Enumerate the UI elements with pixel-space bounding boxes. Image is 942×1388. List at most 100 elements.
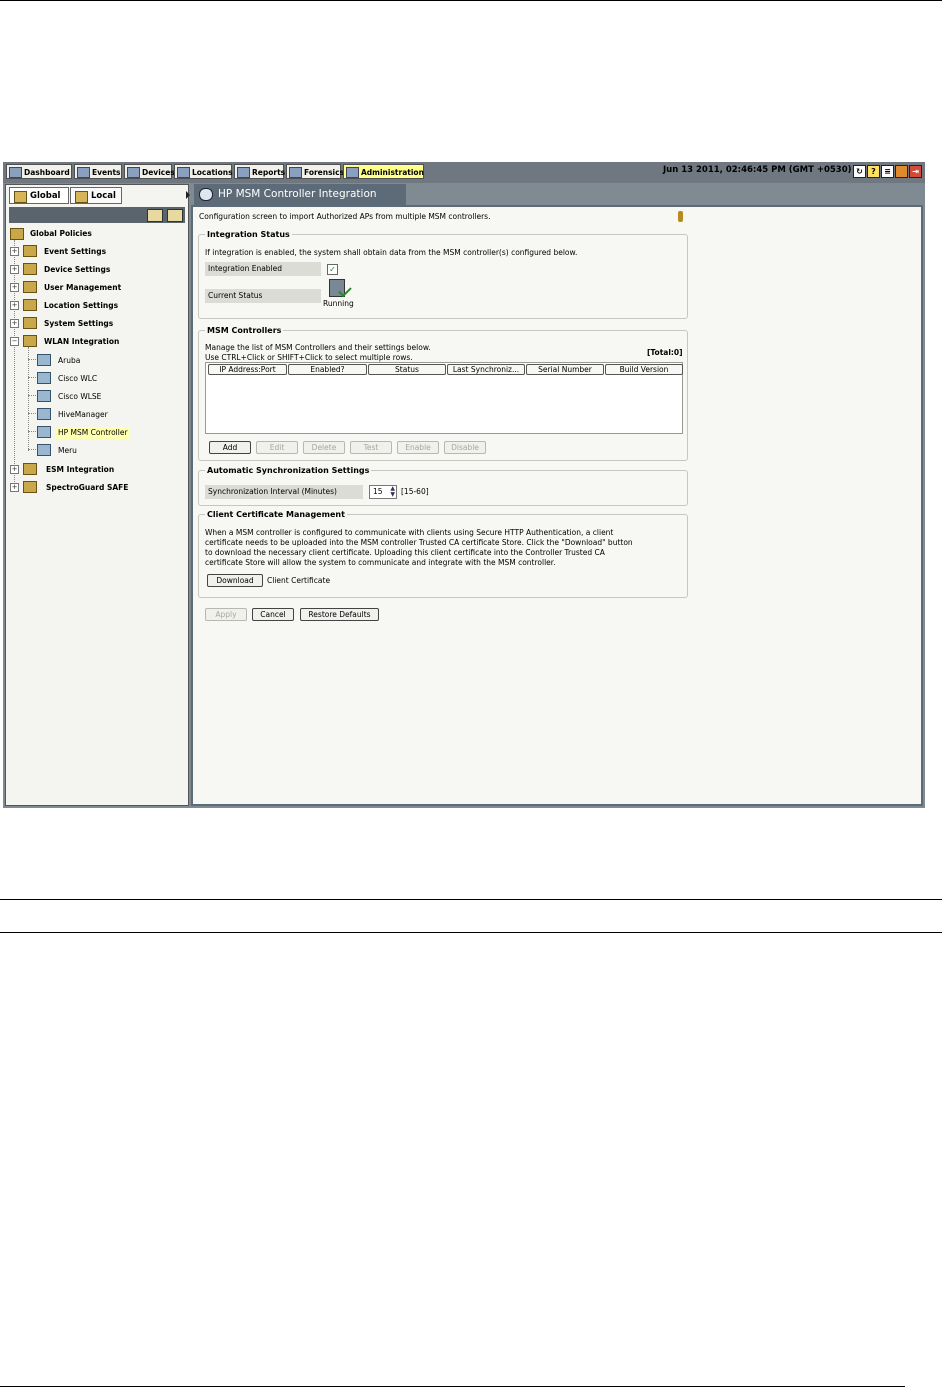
tree-item-cisco-wlse[interactable]: Cisco WLSE [58, 391, 101, 403]
tab-hp-msm-controller-integration[interactable]: HP MSM Controller Integration [194, 184, 406, 205]
tree-item-aruba[interactable]: Aruba [58, 355, 80, 367]
tree-connector [28, 449, 36, 450]
nav-forensics[interactable]: Forensics [286, 164, 344, 179]
device-settings-icon [23, 263, 37, 275]
nav-locations[interactable]: Locations [174, 164, 233, 179]
tree-root-global-policies[interactable]: Global Policies [30, 228, 92, 240]
locations-icon [177, 167, 190, 178]
esm-integration-icon [23, 463, 37, 475]
hp-msm-controller-icon [37, 426, 51, 438]
nav-dashboard[interactable]: Dashboard [6, 164, 72, 179]
intro-text: Configuration screen to import Authorize… [199, 212, 491, 221]
expand-event-settings-icon[interactable]: + [10, 247, 19, 256]
column-enabled[interactable]: Enabled? [288, 364, 367, 375]
tree-item-esm-integration[interactable]: ESM Integration [46, 464, 114, 476]
shield-icon[interactable] [895, 165, 908, 178]
administration-icon [346, 167, 359, 178]
controllers-table[interactable]: IP Address:Port Enabled? Status Last Syn… [205, 362, 683, 434]
sync-interval-input[interactable]: 15 ▲ ▼ [369, 485, 397, 499]
expand-spectroguard-safe-icon[interactable]: + [10, 483, 19, 492]
list-icon[interactable]: ≡ [881, 165, 894, 178]
column-last-synchronized[interactable]: Last Synchroniz... [447, 364, 525, 375]
add-controller-button[interactable]: Add [209, 441, 251, 454]
nav-administration[interactable]: Administration [343, 164, 424, 179]
current-datetime: Jun 13 2011, 02:46:45 PM (GMT +0530) [663, 165, 852, 175]
integration-description: If integration is enabled, the system sh… [205, 248, 578, 257]
system-settings-icon [23, 317, 37, 329]
column-build-version[interactable]: Build Version [605, 364, 683, 375]
tree-connector [28, 395, 36, 396]
apply-button[interactable]: Apply [205, 608, 247, 621]
tree-item-hivemanager[interactable]: HiveManager [58, 409, 108, 421]
tab-local[interactable]: Local [70, 187, 122, 204]
integration-enabled-checkbox[interactable]: ✓ [327, 264, 338, 275]
column-status[interactable]: Status [368, 364, 446, 375]
cert-description-line3: to download the necessary client certifi… [205, 548, 605, 557]
page-bottom-rule [0, 1386, 905, 1387]
cancel-button[interactable]: Cancel [252, 608, 294, 621]
tree-item-device-settings[interactable]: Device Settings [44, 264, 110, 276]
hivemanager-icon [37, 408, 51, 420]
download-certificate-button[interactable]: Download [207, 574, 263, 587]
location-settings-icon [23, 299, 37, 311]
expand-location-settings-icon[interactable]: + [10, 301, 19, 310]
reports-icon [237, 167, 250, 178]
collapse-all-icon[interactable] [167, 209, 183, 222]
collapse-wlan-integration-icon[interactable]: − [10, 337, 19, 346]
tab-global[interactable]: Global [9, 187, 69, 204]
nav-reports[interactable]: Reports [234, 164, 285, 179]
test-controller-button[interactable]: Test [350, 441, 392, 454]
logout-icon[interactable]: ⇥ [909, 165, 922, 178]
devices-icon [127, 167, 140, 178]
msm-controllers-instructions: Manage the list of MSM Controllers and t… [205, 343, 431, 352]
tree-item-system-settings[interactable]: System Settings [44, 318, 113, 330]
expand-system-settings-icon[interactable]: + [10, 319, 19, 328]
restore-defaults-button[interactable]: Restore Defaults [300, 608, 379, 621]
spinner-arrows-icon[interactable]: ▲ ▼ [390, 486, 395, 498]
tree-item-hp-msm-controller[interactable]: HP MSM Controller [56, 427, 130, 439]
delete-controller-button[interactable]: Delete [303, 441, 345, 454]
help-icon[interactable]: ? [867, 165, 880, 178]
cert-description-line2: certificate needs to be uploaded into th… [205, 538, 633, 547]
aruba-icon [37, 354, 51, 366]
event-settings-icon [23, 245, 37, 257]
auto-sync-legend: Automatic Synchronization Settings [205, 465, 372, 476]
meru-icon [37, 444, 51, 456]
expand-device-settings-icon[interactable]: + [10, 265, 19, 274]
tree-item-event-settings[interactable]: Event Settings [44, 246, 106, 258]
refresh-icon[interactable]: ↻ [853, 165, 866, 178]
expand-all-icon[interactable] [147, 209, 163, 222]
cert-description-line1: When a MSM controller is configured to c… [205, 528, 614, 537]
left-navigation-panel: Global Local Global Policies + Event Set… [5, 184, 190, 806]
tree-item-meru[interactable]: Meru [58, 445, 77, 457]
tree-connector [28, 431, 36, 432]
expand-esm-integration-icon[interactable]: + [10, 465, 19, 474]
column-serial-number[interactable]: Serial Number [526, 364, 604, 375]
forensics-icon [289, 167, 302, 178]
client-certificate-legend: Client Certificate Management [205, 509, 347, 520]
tree-item-spectroguard-safe[interactable]: SpectroGuard SAFE [46, 482, 128, 494]
download-certificate-description: Client Certificate [267, 576, 331, 585]
nav-events[interactable]: Events [74, 164, 122, 179]
disable-controller-button[interactable]: Disable [444, 441, 486, 454]
tree-item-cisco-wlc[interactable]: Cisco WLC [58, 373, 97, 385]
tree-item-location-settings[interactable]: Location Settings [44, 300, 118, 312]
integration-status-section: Integration Status If integration is ena… [198, 229, 688, 319]
column-ip-address-port[interactable]: IP Address:Port [208, 364, 287, 375]
enable-controller-button[interactable]: Enable [397, 441, 439, 454]
sync-interval-label: Synchronization Interval (Minutes) [205, 485, 363, 499]
cert-description-line4: certificate Store will allow the system … [205, 558, 556, 567]
page-top-rule [0, 0, 942, 1]
global-policies-folder-icon [10, 228, 24, 240]
info-icon[interactable] [678, 211, 683, 222]
tree-item-user-management[interactable]: User Management [44, 282, 121, 294]
expand-user-management-icon[interactable]: + [10, 283, 19, 292]
current-status-value: Running [323, 299, 354, 308]
tree-item-wlan-integration[interactable]: WLAN Integration [44, 336, 119, 348]
cisco-wlse-icon [37, 390, 51, 402]
wlan-integration-icon [23, 335, 37, 347]
edit-controller-button[interactable]: Edit [256, 441, 298, 454]
collapse-arrow-icon[interactable] [186, 191, 190, 199]
nav-devices[interactable]: Devices [124, 164, 175, 179]
msm-controllers-section: MSM Controllers Manage the list of MSM C… [198, 325, 688, 461]
